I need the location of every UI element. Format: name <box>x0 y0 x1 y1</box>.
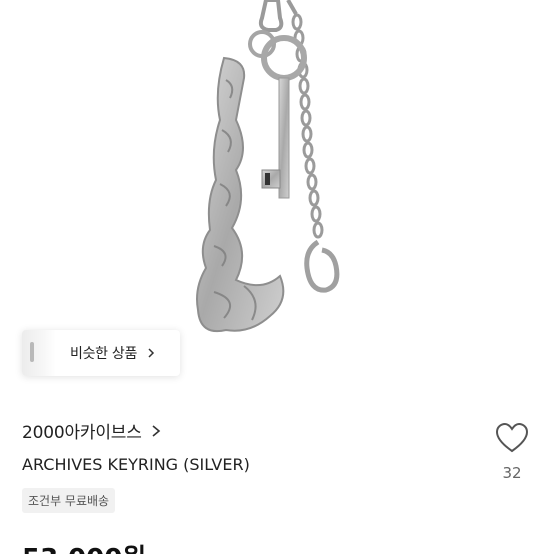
similar-thumbnail <box>22 330 56 376</box>
product-info: 2000아카이브스 ARCHIVES KEYRING (SILVER) 조건부 … <box>22 418 482 513</box>
chevron-right-icon <box>148 348 155 358</box>
like-count: 32 <box>502 464 522 482</box>
product-title: ARCHIVES KEYRING (SILVER) <box>22 455 250 474</box>
heart-outline-icon <box>495 422 529 453</box>
similar-products-button[interactable]: 비슷한 상품 <box>22 330 180 376</box>
shipping-badge: 조건부 무료배송 <box>22 488 116 513</box>
product-price: 53,000원 <box>22 538 146 554</box>
similar-products-label: 비슷한 상품 <box>70 346 138 362</box>
product-detail-page: 비슷한 상품 2000아카이브스 ARCHIVES KEYRING (SILVE… <box>0 0 554 554</box>
like-button[interactable]: 32 <box>490 422 534 482</box>
seller-name: 2000아카이브스 <box>22 423 142 443</box>
seller-link[interactable]: 2000아카이브스 <box>22 418 482 443</box>
chevron-right-icon <box>152 424 160 437</box>
